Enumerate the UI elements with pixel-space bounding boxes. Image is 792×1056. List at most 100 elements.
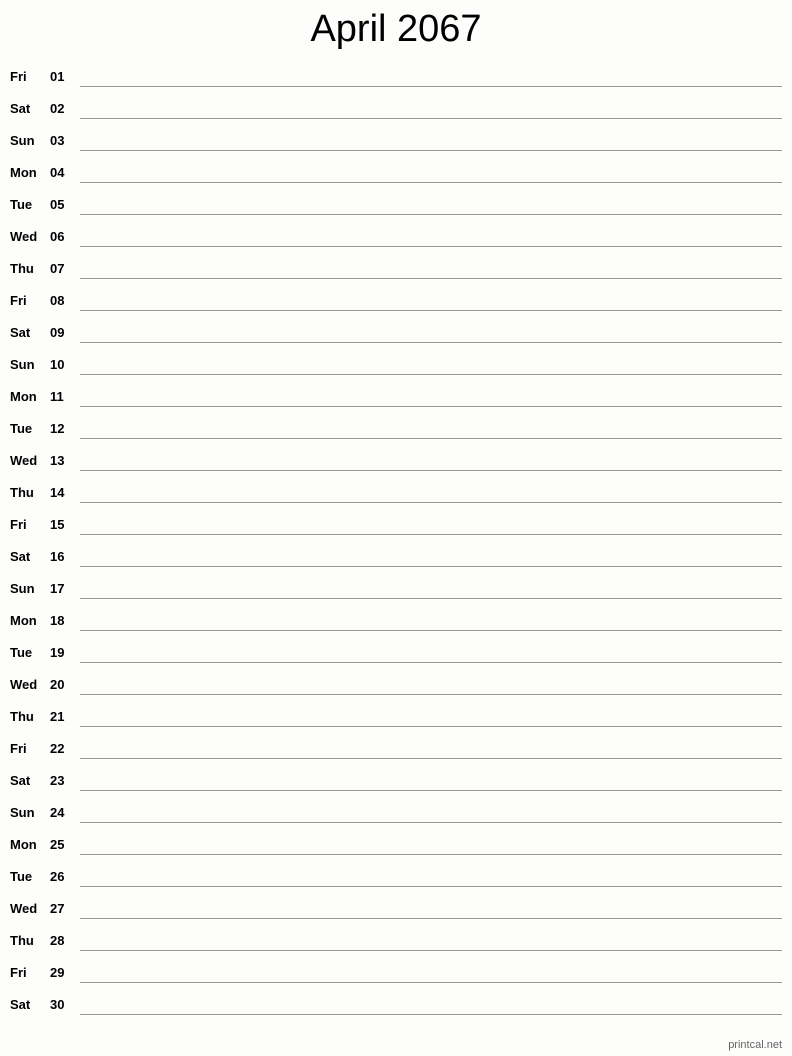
day-number: 08	[50, 293, 65, 308]
day-row: Fri 08	[0, 284, 792, 316]
day-number: 19	[50, 645, 65, 660]
writing-line	[80, 342, 782, 343]
day-of-week: Sat	[10, 773, 31, 788]
day-of-week: Fri	[10, 517, 27, 532]
day-row: Sat 16	[0, 540, 792, 572]
writing-line	[80, 246, 782, 247]
day-of-week: Thu	[10, 261, 34, 276]
day-row: Wed 06	[0, 220, 792, 252]
writing-line	[80, 406, 782, 407]
day-number: 25	[50, 837, 65, 852]
day-of-week: Fri	[10, 69, 27, 84]
day-row: Fri 01	[0, 60, 792, 92]
day-of-week: Tue	[10, 645, 33, 660]
day-of-week: Sat	[10, 101, 31, 116]
day-row: Tue 12	[0, 412, 792, 444]
day-number: 11	[50, 389, 64, 404]
day-number: 09	[50, 325, 65, 340]
day-number: 15	[50, 517, 65, 532]
day-of-week: Sun	[10, 805, 35, 820]
writing-line	[80, 630, 782, 631]
writing-line	[80, 790, 782, 791]
day-of-week: Tue	[10, 869, 33, 884]
day-number: 02	[50, 101, 65, 116]
writing-line	[80, 502, 782, 503]
day-row: Sat 23	[0, 764, 792, 796]
day-row: Sat 02	[0, 92, 792, 124]
day-number: 14	[50, 485, 65, 500]
day-row: Fri 22	[0, 732, 792, 764]
day-number: 03	[50, 133, 65, 148]
day-of-week: Sat	[10, 549, 31, 564]
day-number: 17	[50, 581, 65, 596]
writing-line	[80, 918, 782, 919]
writing-line	[80, 950, 782, 951]
day-of-week: Sun	[10, 357, 35, 372]
day-of-week: Sun	[10, 581, 35, 596]
day-number: 12	[50, 421, 65, 436]
day-number: 20	[50, 677, 65, 692]
day-row: Sun 24	[0, 796, 792, 828]
day-row: Mon 25	[0, 828, 792, 860]
day-of-week: Wed	[10, 901, 38, 916]
writing-line	[80, 182, 782, 183]
day-row: Wed 20	[0, 668, 792, 700]
day-row: Thu 21	[0, 700, 792, 732]
writing-line	[80, 598, 782, 599]
day-number: 28	[50, 933, 65, 948]
writing-line	[80, 982, 782, 983]
day-of-week: Sun	[10, 133, 35, 148]
day-of-week: Fri	[10, 965, 27, 980]
day-number: 26	[50, 869, 65, 884]
day-number: 06	[50, 229, 65, 244]
day-row: Mon 04	[0, 156, 792, 188]
writing-line	[80, 438, 782, 439]
day-row: Sat 09	[0, 316, 792, 348]
writing-line	[80, 374, 782, 375]
writing-line	[80, 566, 782, 567]
day-row: Thu 14	[0, 476, 792, 508]
day-row: Sun 10	[0, 348, 792, 380]
writing-line	[80, 214, 782, 215]
day-number: 13	[50, 453, 65, 468]
day-of-week: Fri	[10, 293, 27, 308]
day-number: 05	[50, 197, 65, 212]
day-row: Sat 30	[0, 988, 792, 1020]
day-row: Tue 19	[0, 636, 792, 668]
day-of-week: Tue	[10, 421, 33, 436]
writing-line	[80, 470, 782, 471]
day-of-week: Wed	[10, 229, 38, 244]
day-of-week: Tue	[10, 197, 33, 212]
writing-line	[80, 310, 782, 311]
day-row: Thu 28	[0, 924, 792, 956]
day-row: Wed 13	[0, 444, 792, 476]
day-row: Tue 05	[0, 188, 792, 220]
day-of-week: Mon	[10, 837, 37, 852]
day-number: 16	[50, 549, 65, 564]
page-title: April 2067	[310, 8, 482, 50]
day-number: 29	[50, 965, 65, 980]
day-of-week: Wed	[10, 453, 38, 468]
day-row: Mon 18	[0, 604, 792, 636]
writing-line	[80, 662, 782, 663]
writing-line	[80, 118, 782, 119]
day-row: Sun 03	[0, 124, 792, 156]
day-row: Fri 15	[0, 508, 792, 540]
day-number: 04	[50, 165, 65, 180]
day-number: 30	[50, 997, 65, 1012]
day-row: Sun 17	[0, 572, 792, 604]
day-row: Fri 29	[0, 956, 792, 988]
writing-line	[80, 694, 782, 695]
day-number: 01	[50, 69, 65, 84]
writing-line	[80, 758, 782, 759]
day-row: Tue 26	[0, 860, 792, 892]
site-credit: printcal.net	[728, 1039, 782, 1051]
day-of-week: Mon	[10, 389, 37, 404]
day-row: Mon 11	[0, 380, 792, 412]
writing-line	[80, 86, 782, 87]
day-of-week: Thu	[10, 485, 34, 500]
day-of-week: Wed	[10, 677, 38, 692]
day-of-week: Thu	[10, 933, 34, 948]
day-of-week: Sat	[10, 325, 31, 340]
day-number: 23	[50, 773, 65, 788]
